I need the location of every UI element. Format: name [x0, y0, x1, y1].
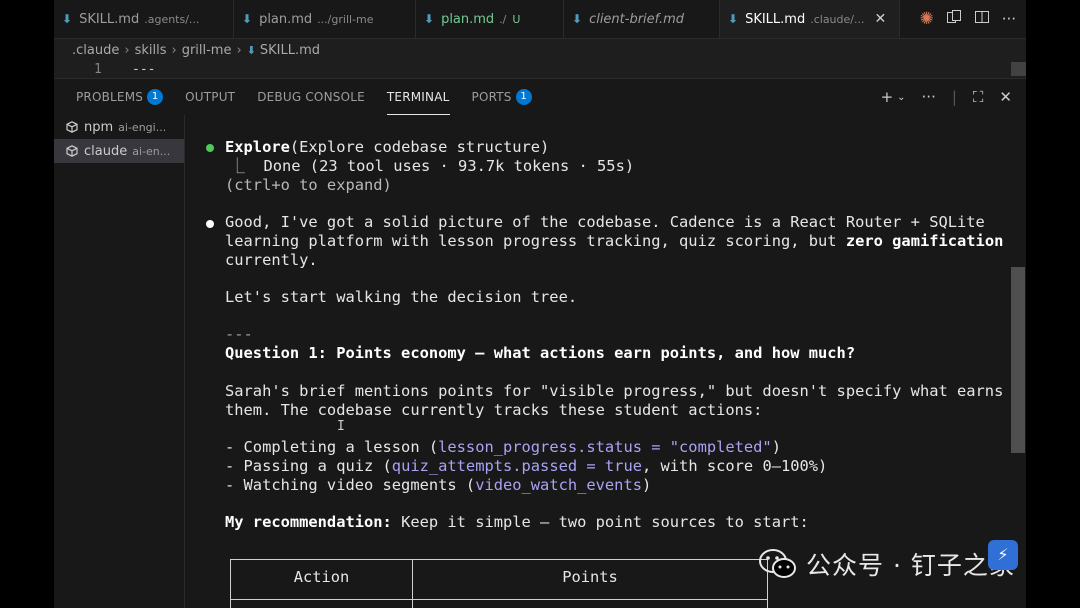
- tab-skill-claude[interactable]: ⬇ SKILL.md .claude/... ✕: [720, 0, 900, 38]
- close-tab-icon[interactable]: ✕: [874, 11, 886, 27]
- recommendation-line: My recommendation: Keep it simple — two …: [225, 513, 809, 531]
- response-line: them. The codebase currently tracks thes…: [225, 401, 763, 419]
- expand-hint: (ctrl+o to expand): [225, 176, 392, 194]
- tab-plan-root[interactable]: ⬇ plan.md ./ U: [416, 0, 564, 38]
- floating-action-icon[interactable]: ⚡: [988, 540, 1018, 570]
- explore-line: Explore(Explore codebase structure): [225, 138, 550, 156]
- markdown-icon: ⬇: [728, 12, 739, 26]
- response-line: currently.: [225, 251, 318, 269]
- close-panel-icon[interactable]: ✕: [999, 88, 1012, 106]
- chevron-right-icon: ›: [124, 42, 130, 58]
- question-heading: Question 1: Points economy — what action…: [225, 344, 856, 362]
- tab-output[interactable]: OUTPUT: [185, 79, 235, 115]
- markdown-icon: ⬇: [424, 12, 435, 26]
- response-line: learning platform with lesson progress t…: [225, 232, 1004, 250]
- watermark: 公众号 · 钉子之家: [758, 546, 1015, 582]
- response-line: Let's start walking the decision tree.: [225, 288, 578, 306]
- table-divider: [231, 599, 767, 600]
- done-line: ⎿ Done (23 tool uses · 93.7k tokens · 55…: [211, 157, 635, 175]
- terminal-list: npm ai-engi... claude ai-en...: [54, 115, 185, 608]
- chevron-right-icon: ›: [171, 42, 177, 58]
- list-item: - Watching video segments (video_watch_e…: [225, 476, 652, 494]
- response-line: Sarah's brief mentions points for "visib…: [225, 382, 1004, 400]
- editor-line: 1 ---: [54, 62, 1026, 78]
- open-changes-icon[interactable]: [946, 9, 962, 29]
- markdown-rule: ---: [225, 325, 253, 343]
- tab-plan-grill-me[interactable]: ⬇ plan.md .../grill-me: [234, 0, 416, 38]
- more-actions-icon[interactable]: ···: [1002, 10, 1016, 28]
- breadcrumb-item[interactable]: skills: [135, 43, 167, 58]
- panel-actions: + ⌄ ··· | ⛶ ✕: [881, 79, 1012, 115]
- tab-terminal[interactable]: TERMINAL: [386, 79, 450, 115]
- claude-spark-icon[interactable]: ✺: [919, 9, 933, 29]
- terminal-item-npm[interactable]: npm ai-engi...: [54, 115, 184, 139]
- points-table: Action Points: [230, 559, 768, 608]
- separator: |: [951, 88, 957, 106]
- status-bullet-white: [206, 220, 214, 228]
- new-terminal-icon[interactable]: +: [881, 88, 894, 106]
- untracked-badge: U: [512, 12, 521, 26]
- bottom-panel: PROBLEMS 1 OUTPUT DEBUG CONSOLE TERMINAL…: [54, 78, 1026, 608]
- table-header-points: Points: [562, 568, 618, 586]
- editor-tab-bar: ⬇ SKILL.md .agents/... ⬇ plan.md .../gri…: [54, 0, 1026, 39]
- markdown-icon: ⬇: [62, 12, 73, 26]
- terminal-scrollbar[interactable]: [1011, 267, 1025, 453]
- watermark-text: 公众号 · 钉子之家: [806, 551, 1015, 580]
- list-item: - Passing a quiz (quiz_attempts.passed =…: [225, 457, 828, 475]
- tab-debug-console[interactable]: DEBUG CONSOLE: [257, 79, 365, 115]
- status-bullet-green: [206, 144, 214, 152]
- terminal-output[interactable]: Explore(Explore codebase structure) ⎿ Do…: [185, 115, 1011, 608]
- terminal-item-claude[interactable]: claude ai-en...: [54, 139, 184, 163]
- markdown-icon: ⬇: [246, 43, 256, 57]
- tab-client-brief[interactable]: ⬇ client-brief.md: [564, 0, 720, 38]
- line-text[interactable]: ---: [132, 62, 155, 77]
- markdown-icon: ⬇: [572, 12, 583, 26]
- editor-actions: ✺ ···: [919, 0, 1026, 38]
- ports-count-badge: 1: [515, 89, 532, 105]
- split-editor-icon[interactable]: [974, 9, 990, 29]
- markdown-icon: ⬇: [242, 12, 253, 26]
- text-cursor-icon: I: [337, 419, 345, 434]
- tab-problems[interactable]: PROBLEMS 1: [76, 79, 164, 115]
- maximize-panel-icon[interactable]: ⛶: [973, 88, 984, 106]
- problems-count-badge: 1: [147, 89, 164, 105]
- tab-ports[interactable]: PORTS 1: [472, 79, 532, 115]
- chevron-right-icon: ›: [236, 42, 242, 58]
- vscode-window: ⬇ SKILL.md .agents/... ⬇ plan.md .../gri…: [54, 0, 1026, 608]
- response-line: Good, I've got a solid picture of the co…: [225, 213, 985, 231]
- breadcrumb: .claude › skills › grill-me › ⬇ SKILL.md: [54, 38, 1026, 62]
- table-header-action: Action: [293, 568, 350, 586]
- breadcrumb-item[interactable]: SKILL.md: [260, 43, 320, 58]
- breadcrumb-item[interactable]: grill-me: [182, 43, 232, 58]
- line-number: 1: [94, 62, 102, 77]
- breadcrumb-item[interactable]: .claude: [72, 43, 119, 58]
- tab-skill-agents[interactable]: ⬇ SKILL.md .agents/...: [54, 0, 234, 38]
- terminal-box-icon: [66, 121, 78, 133]
- more-icon[interactable]: ···: [922, 88, 936, 106]
- terminal-box-icon: [66, 145, 78, 157]
- minimap-thumb[interactable]: [1011, 62, 1026, 76]
- wechat-icon: [759, 549, 796, 578]
- list-item: - Completing a lesson (lesson_progress.s…: [225, 438, 781, 456]
- chevron-down-icon[interactable]: ⌄: [897, 92, 905, 103]
